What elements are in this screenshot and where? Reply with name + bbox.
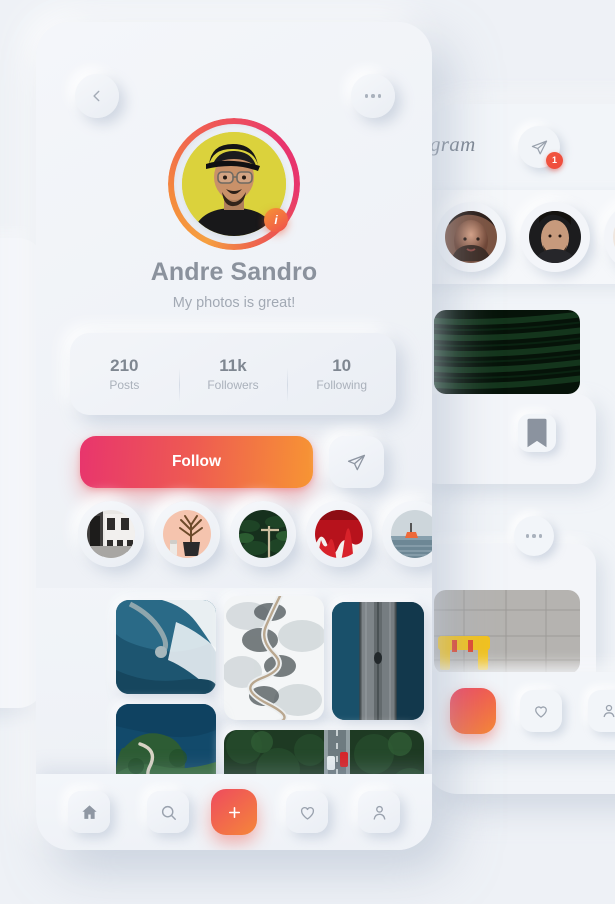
paper-plane-icon <box>347 454 366 470</box>
avatar <box>529 211 581 263</box>
highlight-thumb <box>315 510 363 558</box>
search-icon <box>161 805 176 820</box>
stat-followers[interactable]: 11k Followers <box>178 356 288 402</box>
highlight-thumb <box>87 510 135 558</box>
stat-value: 10 <box>332 356 352 375</box>
chevron-left-icon <box>93 90 100 102</box>
ellipsis-icon <box>364 94 382 98</box>
page-title: Andre Sandro <box>150 258 318 286</box>
feed-stories-row <box>424 190 615 284</box>
highlight-thumb <box>391 510 432 558</box>
post-image <box>434 310 580 394</box>
feed-nav-likes[interactable] <box>520 690 562 732</box>
feed-header: gram 1 <box>424 104 615 190</box>
highlight-sea[interactable] <box>382 501 432 567</box>
send-message-button[interactable] <box>329 436 384 488</box>
highlight-thumb <box>239 510 287 558</box>
nav-home[interactable] <box>68 791 110 833</box>
heart-icon <box>300 806 314 820</box>
feed-post-palm[interactable] <box>424 310 596 484</box>
photo-bridge[interactable] <box>332 602 424 720</box>
highlight-red[interactable] <box>306 501 372 567</box>
back-button[interactable] <box>75 74 119 118</box>
paper-plane-icon <box>531 140 547 154</box>
ellipsis-icon <box>525 534 543 538</box>
feed-send-badge: 1 <box>546 152 563 169</box>
app-logo: gram <box>430 132 476 156</box>
heart-icon <box>535 706 547 718</box>
stat-label: Followers <box>207 378 259 392</box>
nav-search[interactable] <box>147 791 189 833</box>
stat-value: 11k <box>219 356 247 375</box>
highlight-street[interactable] <box>78 501 144 567</box>
plus-icon <box>228 806 240 818</box>
profile-bio: My photos is great! <box>172 295 296 311</box>
stat-label: Posts <box>109 378 140 392</box>
stat-following[interactable]: 10 Following <box>287 356 396 402</box>
photo-coastal-road[interactable] <box>116 600 216 694</box>
more-options-button[interactable] <box>351 74 395 118</box>
profile-avatar-wrap[interactable]: i <box>168 118 300 250</box>
story-avatar-2[interactable] <box>520 202 590 272</box>
post-image <box>434 590 580 674</box>
background-feed-card[interactable]: gram 1 <box>424 104 615 794</box>
highlight-plant[interactable] <box>154 501 220 567</box>
story-avatar-3[interactable] <box>604 202 615 272</box>
nav-profile[interactable] <box>358 791 400 833</box>
photo-snow-river[interactable] <box>224 596 324 720</box>
bookmark-icon <box>527 418 547 448</box>
profile-card: i Andre Sandro My photos is great! 210 P… <box>36 22 432 850</box>
highlight-thumb <box>163 510 211 558</box>
story-highlights <box>36 501 432 579</box>
feed-post-more-button[interactable] <box>514 516 554 556</box>
avatar <box>445 211 497 263</box>
feed-nav-profile[interactable] <box>588 690 615 732</box>
person-icon <box>373 805 385 820</box>
highlight-jungle[interactable] <box>230 501 296 567</box>
stat-posts[interactable]: 210 Posts <box>70 356 179 392</box>
feed-nav-create[interactable] <box>450 688 496 734</box>
profile-stats: 210 Posts 11k Followers 10 Following <box>70 333 396 415</box>
feed-bottom-nav <box>424 672 615 750</box>
story-avatar-1[interactable] <box>436 202 506 272</box>
feed-bookmark-button[interactable] <box>518 414 556 452</box>
follow-button[interactable]: Follow <box>80 436 313 488</box>
stat-label: Following <box>316 378 368 392</box>
home-icon <box>81 804 97 819</box>
nav-likes[interactable] <box>286 791 328 833</box>
person-icon <box>603 704 615 718</box>
profile-info-badge[interactable]: i <box>264 208 288 232</box>
app-mockup: gram 1 i Andre Sandro My photos is great… <box>0 0 615 904</box>
nav-create[interactable] <box>211 789 257 835</box>
stat-value: 210 <box>110 356 139 375</box>
bottom-nav <box>36 774 432 850</box>
